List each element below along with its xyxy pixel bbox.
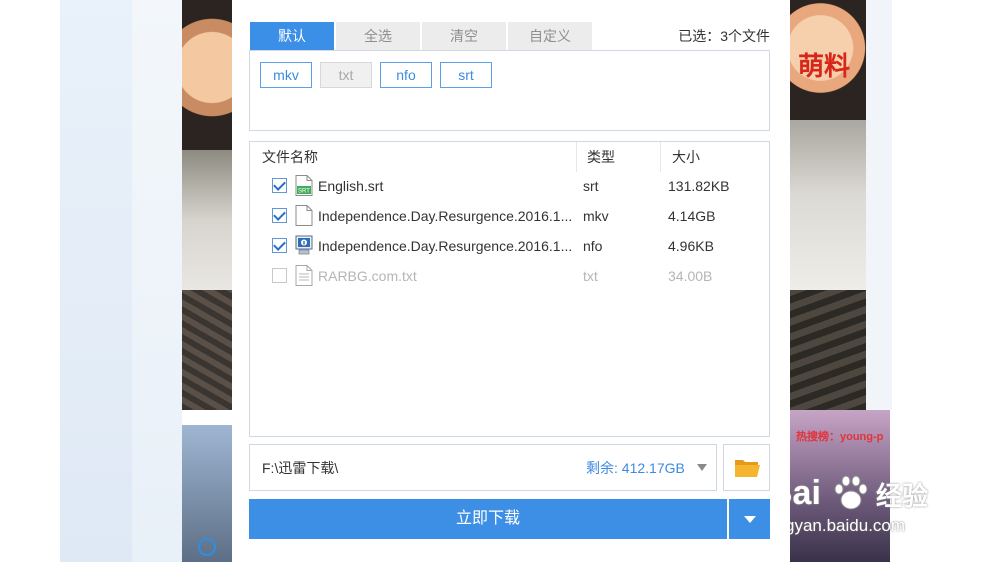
- file-name: Independence.Day.Resurgence.2016.1...: [318, 208, 573, 224]
- file-checkbox[interactable]: [272, 268, 287, 283]
- tab-custom[interactable]: 自定义: [508, 22, 592, 50]
- file-row[interactable]: Independence.Day.Resurgence.2016.1... nf…: [250, 231, 769, 261]
- file-size: 4.96KB: [668, 238, 714, 254]
- column-header-name[interactable]: 文件名称: [262, 142, 318, 172]
- selection-count-label: 已选：3个文件: [678, 28, 770, 44]
- save-path-field[interactable]: F:\迅雷下载\ 剩余: 412.17GB: [249, 444, 717, 491]
- file-type: mkv: [583, 208, 609, 224]
- tab-select-all[interactable]: 全选: [336, 22, 420, 50]
- file-checkbox[interactable]: [272, 178, 287, 193]
- file-checkbox[interactable]: [272, 208, 287, 223]
- file-size: 34.00B: [668, 268, 713, 284]
- background-video-left: [182, 0, 232, 410]
- column-divider[interactable]: [660, 142, 661, 172]
- extension-filter-panel: mkv txt nfo srt: [249, 50, 770, 131]
- file-size: 4.14GB: [668, 208, 716, 224]
- text-file-icon: [295, 265, 313, 286]
- free-space-label: 剩余: 412.17GB: [586, 460, 685, 476]
- filter-chip-nfo[interactable]: nfo: [380, 62, 432, 88]
- baidu-watermark: Bai 经验 jingyan.baidu.com: [768, 474, 968, 544]
- file-type: txt: [583, 268, 598, 284]
- chevron-down-icon[interactable]: [697, 464, 707, 471]
- file-name: Independence.Day.Resurgence.2016.1...: [318, 238, 573, 254]
- file-checkbox[interactable]: [272, 238, 287, 253]
- background-margin-left: [0, 0, 60, 562]
- filter-chip-txt[interactable]: txt: [320, 62, 372, 88]
- watermark-title: 经验: [876, 481, 929, 511]
- paw-icon: [834, 475, 868, 510]
- column-divider[interactable]: [576, 142, 577, 172]
- file-row[interactable]: Independence.Day.Resurgence.2016.1... mk…: [250, 201, 769, 231]
- download-dialog: 默认 全选 清空 自定义 已选：3个文件 mkv txt nfo srt 文件名…: [232, 0, 790, 562]
- file-name: English.srt: [318, 178, 384, 194]
- tab-default[interactable]: 默认: [250, 22, 334, 50]
- file-list-header: 文件名称 类型 大小: [250, 142, 769, 172]
- folder-icon: [735, 460, 760, 477]
- background-panel-left-inner: [132, 0, 182, 562]
- thumbnail-caption: 热搜榜：young-p: [796, 431, 884, 443]
- column-header-size[interactable]: 大小: [672, 142, 700, 172]
- file-row[interactable]: SRT English.srt srt 131.82KB: [250, 171, 769, 201]
- filter-chip-srt[interactable]: srt: [440, 62, 492, 88]
- file-name: RARBG.com.txt: [318, 268, 417, 284]
- selection-tabs: 默认 全选 清空 自定义: [250, 22, 594, 50]
- file-type: srt: [583, 178, 599, 194]
- video-file-icon: [295, 205, 313, 226]
- download-options-dropdown[interactable]: [729, 499, 770, 539]
- column-header-type[interactable]: 类型: [587, 142, 615, 172]
- background-panel-right: [866, 0, 892, 410]
- tab-clear[interactable]: 清空: [422, 22, 506, 50]
- file-row[interactable]: RARBG.com.txt txt 34.00B: [250, 261, 769, 291]
- background-panel-left: [60, 0, 132, 562]
- file-list: 文件名称 类型 大小 SRT English.srt srt 131.82KB: [249, 141, 770, 437]
- file-type: nfo: [583, 238, 603, 254]
- subtitle-file-icon: SRT: [295, 175, 313, 196]
- info-file-icon: [295, 235, 313, 255]
- filter-chip-mkv[interactable]: mkv: [260, 62, 312, 88]
- clock-icon: [198, 538, 216, 556]
- file-size: 131.82KB: [668, 178, 730, 194]
- video-overlay-text: 萌料: [798, 51, 851, 81]
- save-path-text[interactable]: F:\迅雷下载\: [262, 445, 338, 491]
- download-now-button[interactable]: 立即下载: [249, 499, 727, 539]
- svg-text:SRT: SRT: [298, 189, 310, 195]
- browse-folder-button[interactable]: [723, 444, 770, 491]
